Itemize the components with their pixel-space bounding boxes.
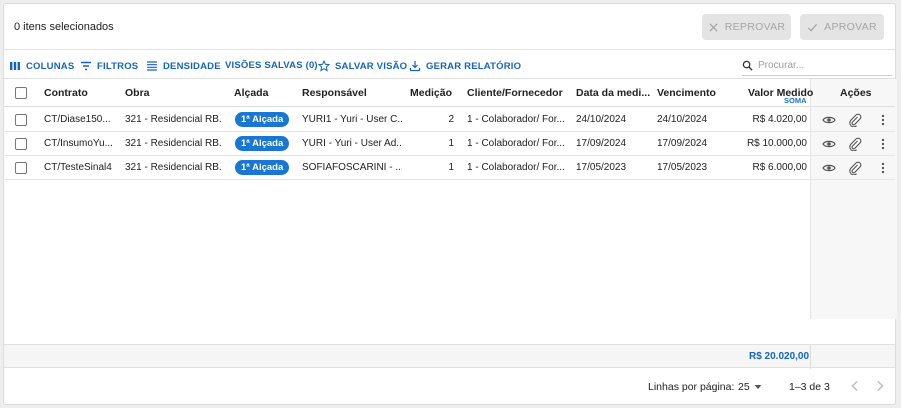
cell-obra: 321 - Residencial RB...: [125, 162, 222, 173]
pagination: Linhas por página: 25 1–3 de 3: [4, 368, 895, 406]
col-obra[interactable]: Obra: [125, 87, 150, 99]
grid-toolbar: COLUNAS FILTROS DENSIDADE VISÕES SALVAS …: [4, 51, 895, 78]
cell-obra: 321 - Residencial RB...: [125, 114, 222, 125]
row-checkbox[interactable]: [15, 114, 27, 126]
alcada-badge: 1ª Alçada: [235, 160, 290, 175]
col-cliente[interactable]: Cliente/Fornecedor: [467, 87, 563, 99]
attachment-icon[interactable]: [848, 161, 862, 175]
col-contrato[interactable]: Contrato: [44, 87, 88, 99]
check-icon: [808, 23, 818, 32]
totals-divider: [810, 345, 811, 369]
next-page-icon[interactable]: [873, 379, 887, 393]
filter-icon: [81, 61, 91, 71]
aprovar-button[interactable]: APROVAR: [800, 14, 884, 40]
view-icon[interactable]: [822, 113, 836, 127]
density-icon: [147, 61, 157, 71]
table-row[interactable]: CT/InsumoYu... 321 - Residencial RB... YUR…: [4, 132, 895, 156]
alcada-badge: 1ª Alçada: [235, 136, 290, 151]
cell-valor: R$ 4.020,00: [752, 114, 808, 125]
total-value: R$ 20.020,00: [749, 351, 810, 362]
selection-bar: 0 itens selecionados REPROVAR APROVAR: [4, 4, 895, 50]
cell-valor: R$ 10.000,00: [746, 138, 807, 149]
table-row[interactable]: CT/TesteSinal4 321 - Residencial RB... SOF…: [4, 156, 895, 180]
more-vert-icon[interactable]: [876, 137, 890, 151]
col-vencimento[interactable]: Vencimento: [657, 87, 716, 99]
col-acoes: Ações: [840, 87, 872, 99]
search-icon: [742, 60, 753, 71]
reprovar-label: REPROVAR: [724, 21, 786, 33]
close-icon: [709, 22, 718, 32]
save-view-label: SALVAR VISÃO: [335, 60, 408, 72]
row-checkbox[interactable]: [15, 162, 27, 174]
alcada-badge: 1ª Alçada: [235, 112, 290, 127]
attachment-icon[interactable]: [848, 137, 862, 151]
columns-button[interactable]: COLUNAS: [9, 60, 74, 72]
cell-vencimento: 17/05/2023: [657, 162, 708, 173]
aprovar-label: APROVAR: [824, 21, 877, 33]
reprovar-button[interactable]: REPROVAR: [702, 14, 791, 40]
density-label: DENSIDADE: [163, 60, 221, 72]
col-data[interactable]: Data da medi...: [576, 87, 650, 99]
cell-contrato: CT/Diase150...: [44, 114, 111, 125]
rows-per-page-value: 25: [738, 381, 750, 393]
more-vert-icon[interactable]: [876, 113, 890, 127]
cell-contrato: CT/TesteSinal4: [44, 162, 112, 173]
cell-valor: R$ 6.000,00: [752, 162, 808, 173]
selected-count: 0 itens selecionados: [14, 21, 114, 33]
col-responsavel[interactable]: Responsável: [302, 87, 367, 99]
cell-medicao: 1: [448, 138, 454, 149]
more-vert-icon[interactable]: [876, 161, 890, 175]
saved-views-label: VISÕES SALVAS (0): [225, 60, 318, 71]
totals-row: R$ 20.020,00: [4, 344, 895, 369]
cell-medicao: 2: [448, 114, 454, 125]
search-input[interactable]: [758, 60, 878, 71]
cell-cliente: 1 - Colaborador/ For...: [467, 138, 565, 149]
approval-panel: 0 itens selecionados REPROVAR APROVAR CO…: [3, 3, 897, 406]
view-icon[interactable]: [822, 161, 836, 175]
columns-icon: [10, 62, 20, 70]
rows-per-page-select[interactable]: 25: [738, 381, 762, 393]
cell-responsavel: SOFIAFOSCARINI - ...: [302, 162, 402, 173]
filters-label: FILTROS: [97, 60, 139, 72]
filters-button[interactable]: FILTROS: [80, 60, 138, 72]
cell-data: 17/09/2024: [576, 138, 627, 149]
columns-label: COLUNAS: [26, 60, 75, 72]
star-icon: [318, 60, 330, 72]
view-icon[interactable]: [822, 137, 836, 151]
attachment-icon[interactable]: [848, 113, 862, 127]
save-view-button[interactable]: SALVAR VISÃO: [318, 60, 407, 72]
cell-obra: 321 - Residencial RB...: [125, 138, 222, 149]
cell-cliente: 1 - Colaborador/ For...: [467, 162, 565, 173]
density-button[interactable]: DENSIDADE: [146, 60, 221, 72]
search-box[interactable]: [742, 56, 892, 76]
cell-data: 17/05/2023: [576, 162, 627, 173]
data-grid: Contrato Obra Alçada Responsável Medição…: [4, 78, 897, 346]
cell-responsavel: YURI1 - Yuri - User C...: [302, 114, 402, 125]
cell-vencimento: 17/09/2024: [657, 138, 708, 149]
select-all-checkbox[interactable]: [15, 87, 27, 99]
col-alcada[interactable]: Alçada: [234, 87, 268, 99]
caret-down-icon: [754, 385, 762, 389]
generate-report-label: GERAR RELATÓRIO: [426, 60, 522, 72]
page-range: 1–3 de 3: [789, 381, 830, 393]
col-medicao[interactable]: Medição: [410, 87, 452, 99]
saved-views-button[interactable]: VISÕES SALVAS (0): [225, 60, 318, 71]
cell-contrato: CT/InsumoYu...: [44, 138, 113, 149]
download-icon: [409, 61, 421, 72]
table-row[interactable]: CT/Diase150... 321 - Residencial RB... YUR…: [4, 108, 895, 132]
cell-data: 24/10/2024: [576, 114, 627, 125]
prev-page-icon[interactable]: [848, 379, 862, 393]
generate-report-button[interactable]: GERAR RELATÓRIO: [409, 60, 521, 72]
cell-responsavel: YURI - Yuri - User Ad...: [302, 138, 402, 149]
row-checkbox[interactable]: [15, 138, 27, 150]
grid-header: Contrato Obra Alçada Responsável Medição…: [4, 79, 895, 107]
rows-per-page-label: Linhas por página:: [648, 381, 735, 393]
cell-cliente: 1 - Colaborador/ For...: [467, 114, 565, 125]
soma-tag: SOMA: [784, 96, 807, 105]
cell-vencimento: 24/10/2024: [657, 114, 708, 125]
cell-medicao: 1: [448, 162, 454, 173]
